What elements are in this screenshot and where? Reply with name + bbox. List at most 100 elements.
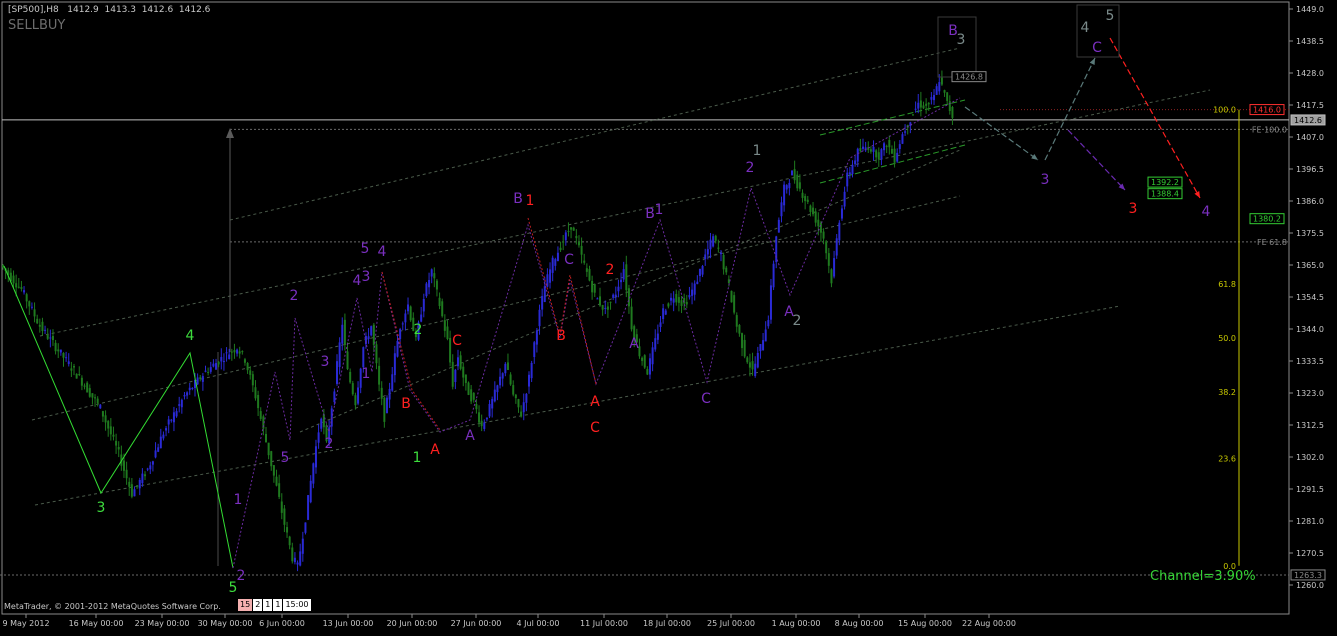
candle-body — [278, 483, 281, 497]
candle-body — [693, 283, 696, 295]
candle-body — [28, 301, 31, 307]
channel-line — [229, 47, 961, 221]
candle-body — [938, 82, 941, 92]
candle-body — [133, 489, 136, 497]
y-tick-label: 1365.0 — [1296, 261, 1324, 270]
candle-body — [225, 352, 228, 354]
candle-body — [75, 373, 78, 379]
candle-body — [512, 385, 515, 395]
candle-body — [641, 357, 644, 361]
candle-body — [312, 463, 315, 484]
candle-body — [756, 352, 759, 368]
candle-body — [601, 304, 604, 310]
candle-body — [806, 199, 809, 202]
candle-body — [764, 329, 767, 342]
candle-body — [441, 301, 444, 317]
wave-label: 4 — [1081, 20, 1090, 36]
candle-body — [943, 90, 946, 93]
candle-body — [259, 411, 262, 419]
candle-body — [588, 269, 591, 281]
candle-body — [685, 301, 688, 305]
tf-button[interactable]: 1 — [263, 599, 273, 611]
price-chart[interactable]: 1449.0 1438.5 1428.0 1417.5 1407.0 1396.5 1386… — [0, 0, 1337, 636]
candle-body — [733, 295, 736, 313]
candle-body — [446, 326, 449, 340]
candle-body — [904, 131, 907, 133]
candle-body — [762, 340, 765, 351]
candle-body — [848, 172, 851, 175]
candle-body — [243, 359, 246, 363]
candle-body — [438, 297, 441, 307]
wave-label: 3 — [97, 500, 106, 516]
candle-body — [304, 522, 307, 533]
candle-body — [154, 450, 157, 458]
candle-body — [746, 357, 749, 363]
candle-body — [249, 370, 252, 375]
y-tick-label: 1312.5 — [1296, 421, 1324, 430]
wave-label: C — [701, 391, 711, 407]
candle-body — [157, 447, 160, 452]
candle-body — [183, 395, 186, 397]
candle-body — [222, 360, 225, 362]
candle-body — [788, 182, 791, 189]
candle-body — [875, 150, 878, 158]
candle-body — [691, 289, 694, 296]
tf-button[interactable]: 1 — [273, 599, 283, 611]
tf-button[interactable]: 15 — [238, 599, 253, 611]
wave-label: 1 — [753, 143, 762, 159]
wave-label: C — [590, 420, 600, 436]
fib-level-label: 100.0 — [1213, 106, 1236, 115]
candle-body — [596, 298, 599, 300]
candle-body — [291, 547, 294, 562]
candle-body — [796, 174, 799, 189]
candle-body — [706, 249, 709, 255]
y-tick-label: 1428.0 — [1296, 69, 1324, 78]
tf-button[interactable]: 2 — [253, 599, 263, 611]
x-tick-label: 22 Aug 00:00 — [962, 619, 1016, 628]
forecast-arrow-red-head — [1194, 191, 1200, 198]
candle-body — [12, 275, 15, 284]
candle-body — [370, 326, 373, 336]
candle-body — [485, 417, 488, 420]
candle-body — [385, 397, 388, 414]
candle-body — [646, 369, 649, 375]
candle-body — [672, 298, 675, 303]
candle-body — [49, 337, 52, 339]
x-tick-label: 25 Jul 00:00 — [707, 619, 755, 628]
candle-body — [236, 349, 239, 354]
candle-body — [896, 152, 899, 162]
candle-body — [478, 412, 481, 423]
timeframe-buttons[interactable]: 15 2 1 1 15:00 — [238, 599, 311, 611]
candle-body — [901, 134, 904, 144]
candle-body — [609, 301, 612, 303]
candle-body — [346, 351, 349, 370]
candle-body — [159, 436, 162, 449]
candle-body — [425, 283, 428, 297]
candle-body — [54, 342, 57, 352]
candle-body — [785, 185, 788, 190]
price-box-label: 1388.4 — [1151, 190, 1179, 199]
candle-body — [51, 335, 54, 341]
candle-body — [730, 290, 733, 303]
candle-body — [212, 363, 215, 367]
wave-label: 4 — [186, 328, 195, 344]
channel-line — [39, 89, 1211, 337]
candle-body — [317, 432, 320, 443]
y-tick-label: 1354.5 — [1296, 293, 1324, 302]
candle-body — [88, 388, 91, 397]
candle-body — [504, 363, 507, 374]
candle-body — [922, 105, 925, 109]
candle-body — [59, 349, 62, 353]
candle-body — [670, 297, 673, 301]
wave-label: 3 — [362, 269, 371, 285]
fib-level-label: 61.8 — [1218, 280, 1236, 289]
candle-body — [362, 347, 365, 368]
candle-body — [23, 290, 26, 293]
candle-body — [83, 385, 86, 387]
y-tick-label: 1417.5 — [1296, 101, 1324, 110]
wave-label: C — [452, 333, 462, 349]
candle-body — [433, 273, 436, 279]
fe-label: FE 100.0 — [1252, 125, 1287, 134]
y-tick-label: 1386.0 — [1296, 197, 1324, 206]
tf-button[interactable]: 15:00 — [283, 599, 311, 611]
